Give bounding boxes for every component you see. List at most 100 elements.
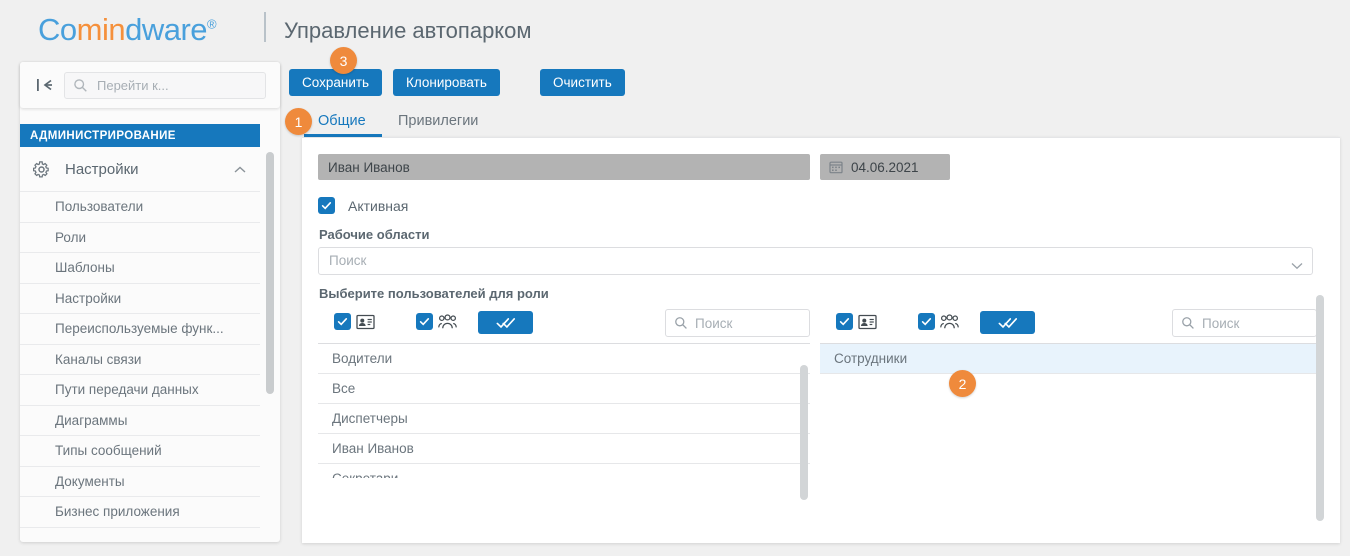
date-field[interactable]: 04.06.2021 — [820, 154, 950, 180]
sidebar-item-roles[interactable]: Роли — [20, 222, 260, 253]
logo-text-part1: Co — [38, 12, 77, 47]
filter-users-checkbox-right[interactable] — [836, 313, 877, 330]
sidebar-group-label: Настройки — [65, 160, 139, 178]
check-icon — [337, 318, 348, 326]
workspaces-label: Рабочие области — [319, 227, 430, 242]
step-badge-2: 2 — [949, 370, 976, 397]
sidebar-item-label: Диаграммы — [55, 412, 128, 428]
sidebar-scrollbar-thumb[interactable] — [266, 152, 274, 394]
user-group-icon — [940, 313, 959, 330]
list-item[interactable]: Водители — [318, 344, 810, 374]
sidebar-item-communication-channels[interactable]: Каналы связи — [20, 344, 260, 375]
select-all-button-right[interactable] — [980, 311, 1035, 334]
picker-search-input-left[interactable] — [693, 310, 805, 336]
sidebar-item-templates[interactable]: Шаблоны — [20, 253, 260, 284]
checkbox-box[interactable] — [416, 313, 433, 330]
check-icon — [419, 318, 430, 326]
sidebar-item-settings[interactable]: Настройки — [20, 283, 260, 314]
tab-general[interactable]: Общие — [304, 105, 382, 137]
search-icon — [674, 316, 688, 330]
selected-users-picker: Сотрудники — [820, 307, 1317, 374]
list-item[interactable]: Иван Иванов — [318, 434, 810, 464]
sidebar-section-header: АДМИНИСТРИРОВАНИЕ — [20, 124, 260, 147]
sidebar-item-label: Пользователи — [55, 199, 144, 215]
sidebar-item-label: Роли — [55, 229, 87, 245]
page-title: Управление автопарком — [284, 18, 532, 43]
comindware-logo: Comindware® — [38, 12, 217, 48]
sidebar-item-data-paths[interactable]: Пути передачи данных — [20, 375, 260, 406]
picker-toolbar-right — [820, 307, 1317, 343]
tab-bar: Общие Привилегии — [302, 105, 1340, 137]
search-icon — [1181, 316, 1195, 330]
list-item[interactable]: Секретари — [318, 464, 810, 478]
sidebar-item-reusable-functions[interactable]: Переиспользуемые функ... — [20, 314, 260, 345]
tab-privileges[interactable]: Привилегии — [398, 105, 478, 137]
sidebar-item-message-types[interactable]: Типы сообщений — [20, 436, 260, 467]
sidebar-item-label: Переиспользуемые функ... — [55, 321, 224, 337]
search-icon — [73, 78, 88, 93]
double-check-icon — [998, 317, 1017, 328]
filter-groups-checkbox-right[interactable] — [918, 313, 959, 330]
sidebar-item-users[interactable]: Пользователи — [20, 192, 260, 223]
sidebar-item-label: Настройки — [55, 290, 122, 306]
list-item[interactable]: Все — [318, 374, 810, 404]
filter-users-checkbox-left[interactable] — [334, 313, 375, 330]
save-button[interactable]: Сохранить — [289, 69, 383, 96]
clone-button[interactable]: Клонировать — [393, 69, 500, 96]
sidebar-item-business-apps[interactable]: Бизнес приложения — [20, 497, 260, 528]
gear-icon — [32, 160, 51, 179]
active-checkbox-row[interactable]: Активная — [318, 197, 408, 214]
sidebar-group-settings[interactable]: Настройки — [20, 147, 260, 192]
sidebar-item-diagrams[interactable]: Диаграммы — [20, 405, 260, 436]
picker-label: Выберите пользователей для роли — [319, 286, 549, 301]
step-badge-1: 1 — [285, 108, 312, 135]
chevron-up-icon — [234, 161, 246, 178]
sidebar-nav-list: Настройки Пользователи Роли Шаблоны Наст… — [20, 147, 260, 540]
checkbox-box[interactable] — [836, 313, 853, 330]
workspaces-select[interactable]: Поиск — [318, 247, 1313, 275]
select-all-button-left[interactable] — [478, 311, 533, 334]
double-check-icon — [496, 317, 515, 328]
picker-search-input-right[interactable] — [1200, 310, 1312, 336]
checkbox-box[interactable] — [918, 313, 935, 330]
available-users-list[interactable]: Водители Все Диспетчеры Иван Иванов Секр… — [318, 343, 810, 478]
check-icon — [921, 318, 932, 326]
check-icon — [839, 318, 850, 326]
active-checkbox[interactable] — [318, 197, 335, 214]
logo-text-part3: dware — [125, 12, 208, 47]
collapse-left-icon[interactable] — [34, 74, 56, 96]
chevron-down-icon — [1291, 257, 1303, 275]
workspaces-placeholder: Поиск — [329, 253, 367, 268]
search-input[interactable] — [95, 73, 261, 98]
logo-text-part2: min — [76, 12, 126, 47]
user-group-icon — [438, 313, 457, 330]
sidebar-scrollbar[interactable] — [266, 152, 274, 537]
panel-scrollbar-thumb[interactable] — [1316, 295, 1324, 521]
clear-button[interactable]: Очистить — [540, 69, 625, 96]
sidebar-item-label: Каналы связи — [55, 351, 142, 367]
sidebar-item-label: Бизнес приложения — [55, 504, 180, 520]
sidebar-item-label: Типы сообщений — [55, 443, 162, 459]
sidebar-item-label: Шаблоны — [55, 260, 115, 276]
contact-card-icon — [858, 314, 877, 330]
sidebar-item-documents[interactable]: Документы — [20, 466, 260, 497]
panel-top-divider — [302, 137, 1340, 138]
picker-toolbar-left — [318, 307, 810, 343]
sidebar-item-label: Пути передачи данных — [55, 382, 199, 398]
available-list-scrollbar-thumb[interactable] — [800, 365, 808, 500]
picker-search-right[interactable] — [1172, 309, 1317, 337]
available-users-picker: Водители Все Диспетчеры Иван Иванов Секр… — [318, 307, 810, 478]
role-name-field[interactable] — [318, 154, 810, 180]
list-item[interactable]: Диспетчеры — [318, 404, 810, 434]
picker-search-left[interactable] — [665, 309, 810, 337]
header-divider — [264, 12, 266, 42]
sidebar-search-field[interactable] — [64, 72, 266, 99]
contact-card-icon — [356, 314, 375, 330]
step-badge-3: 3 — [330, 47, 357, 74]
top-bar: Comindware® Управление автопарком — [0, 0, 1350, 56]
calendar-icon — [829, 160, 843, 174]
checkbox-box[interactable] — [334, 313, 351, 330]
selected-users-list[interactable]: Сотрудники — [820, 343, 1317, 478]
filter-groups-checkbox-left[interactable] — [416, 313, 457, 330]
list-item[interactable]: Сотрудники — [820, 344, 1317, 374]
